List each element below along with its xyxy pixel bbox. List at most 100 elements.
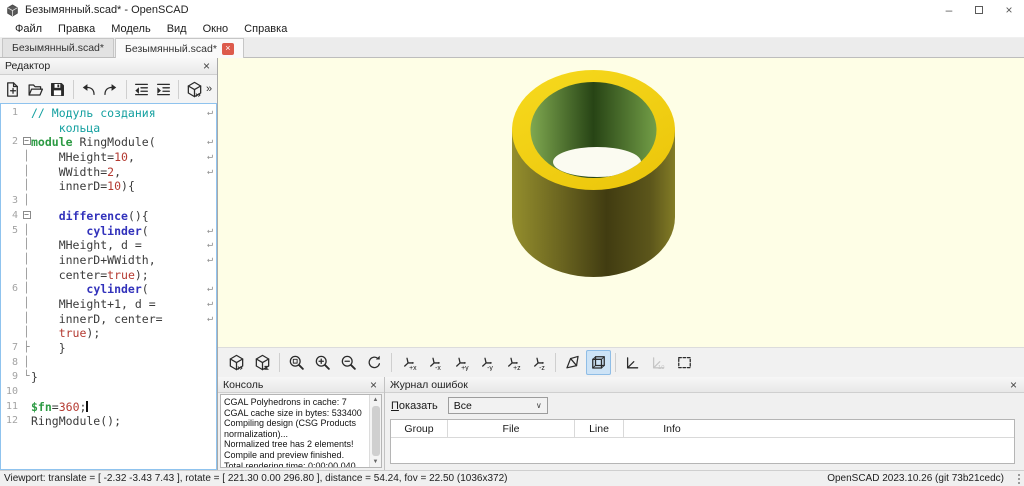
line-number <box>1 297 22 312</box>
console-output[interactable]: CGAL Polyhedrons in cache: 7 CGAL cache s… <box>221 395 369 467</box>
fold-marker: └ <box>23 371 30 383</box>
code-line: 9 └} <box>1 370 216 385</box>
document-tab-0[interactable]: Безымянный.scad* <box>2 38 114 57</box>
save-button[interactable] <box>47 78 69 101</box>
error-log-table-body[interactable] <box>391 438 1014 463</box>
reset-view-button[interactable] <box>362 350 387 375</box>
tab-close-icon[interactable]: × <box>221 42 234 55</box>
zoom-out-button[interactable] <box>336 350 361 375</box>
close-button[interactable]: × <box>994 0 1024 20</box>
code-text: MHeight, d = <box>31 238 142 253</box>
line-number <box>1 268 22 283</box>
code-line: │ innerD=10){ <box>1 179 216 194</box>
column-header-file[interactable]: File <box>448 420 575 437</box>
open-file-button[interactable] <box>25 78 47 101</box>
view-pos-y-button[interactable]: +y <box>448 350 473 375</box>
fold-marker: │ <box>23 253 30 265</box>
fold-marker <box>22 385 31 400</box>
minimize-button[interactable]: – <box>934 0 964 20</box>
console-title: Консоль <box>223 378 264 391</box>
menu-item-1[interactable]: Правка <box>51 22 102 36</box>
editor-dock-header: Редактор × <box>0 58 217 75</box>
header-filler <box>720 420 1014 437</box>
view-pos-z-button[interactable]: +z <box>500 350 525 375</box>
resize-grip-icon[interactable] <box>1012 473 1020 484</box>
fold-marker: │ <box>23 327 30 339</box>
scroll-down-icon[interactable]: ▼ <box>373 457 379 467</box>
menu-item-5[interactable]: Справка <box>237 22 294 36</box>
menu-item-3[interactable]: Вид <box>160 22 194 36</box>
new-file-button[interactable] <box>2 78 24 101</box>
viewport-3d[interactable] <box>218 58 1024 347</box>
unindent-button[interactable] <box>130 78 152 101</box>
editor-close-icon[interactable]: × <box>201 60 212 72</box>
fold-marker: │ <box>23 224 30 236</box>
toolbar-separator <box>555 353 556 372</box>
error-log-controls: Показать Все ∨ <box>385 393 1024 418</box>
menu-item-4[interactable]: Окно <box>196 22 236 36</box>
svg-text:+x: +x <box>409 365 417 371</box>
zoom-in-button[interactable] <box>310 350 335 375</box>
show-scale-markers-button[interactable]: 10 <box>646 350 671 375</box>
axis-view-icon: +z <box>504 354 521 371</box>
view-neg-y-button[interactable]: -y <box>474 350 499 375</box>
line-number <box>1 238 22 253</box>
toolbar-separator <box>178 79 180 99</box>
column-header-group[interactable]: Group <box>391 420 448 437</box>
code-line: │ innerD+WWidth, ↵ <box>1 253 216 268</box>
line-number <box>1 121 22 136</box>
undo-button[interactable] <box>77 78 99 101</box>
fold-marker <box>22 121 31 136</box>
column-header-info[interactable]: Info <box>624 420 720 437</box>
redo-button[interactable] <box>100 78 122 101</box>
error-log-panel: Журнал ошибок × Показать Все ∨ Group Fil… <box>385 377 1024 470</box>
axis-view-icon: -x <box>426 354 443 371</box>
code-line: │ innerD, center= ↵ <box>1 312 216 327</box>
fold-marker <box>22 400 31 415</box>
fold-marker: │ <box>23 239 30 251</box>
perspective-icon <box>564 354 581 371</box>
code-line: │ true); <box>1 326 216 341</box>
scroll-up-icon[interactable]: ▲ <box>373 395 379 405</box>
preview-button[interactable] <box>183 78 205 101</box>
view-neg-z-button[interactable]: -z <box>526 350 551 375</box>
fold-marker[interactable]: − <box>22 135 31 150</box>
console-scrollbar[interactable]: ▲ ▼ <box>369 395 381 467</box>
indent-button[interactable] <box>153 78 175 101</box>
menu-item-0[interactable]: Файл <box>8 22 49 36</box>
error-log-close-icon[interactable]: × <box>1008 379 1019 391</box>
column-header-line[interactable]: Line <box>575 420 624 437</box>
code-editor[interactable]: 1// Модуль создания ↵ кольца 2− module Ring… <box>0 103 217 470</box>
view-neg-x-button[interactable]: -x <box>422 350 447 375</box>
scroll-thumb[interactable] <box>371 406 380 456</box>
zoom-out-icon <box>340 354 357 371</box>
fold-marker[interactable]: − <box>22 209 31 224</box>
perspective-button[interactable] <box>560 350 585 375</box>
show-axes-button[interactable] <box>620 350 645 375</box>
vp-render-button[interactable] <box>250 350 275 375</box>
zoom-all-button[interactable] <box>284 350 309 375</box>
vp-preview-button[interactable] <box>224 350 249 375</box>
wrap-indicator-icon: ↵ <box>206 239 213 251</box>
error-filter-select[interactable]: Все ∨ <box>447 397 548 414</box>
axis-view-icon: +y <box>452 354 469 371</box>
error-log-table-header: Group File Line Info <box>391 420 1014 438</box>
fold-marker <box>22 106 31 121</box>
orthographic-button[interactable] <box>586 350 611 375</box>
code-line: 2− module RingModule(↵ <box>1 135 216 150</box>
toolbar-overflow-button[interactable]: » <box>206 83 215 95</box>
fold-marker: │ <box>23 312 30 324</box>
svg-text:+y: +y <box>461 365 469 371</box>
maximize-button[interactable] <box>964 0 994 20</box>
menu-item-2[interactable]: Модель <box>104 22 157 36</box>
line-number <box>1 253 22 268</box>
code-text: cylinder( <box>86 282 149 297</box>
document-tab-1[interactable]: Безымянный.scad* × <box>114 38 244 58</box>
view-pos-x-button[interactable]: +x <box>396 350 421 375</box>
view-all-button[interactable] <box>672 350 697 375</box>
fold-marker: │ <box>23 356 30 368</box>
line-number: 1 <box>11 107 18 118</box>
console-close-icon[interactable]: × <box>368 379 379 391</box>
